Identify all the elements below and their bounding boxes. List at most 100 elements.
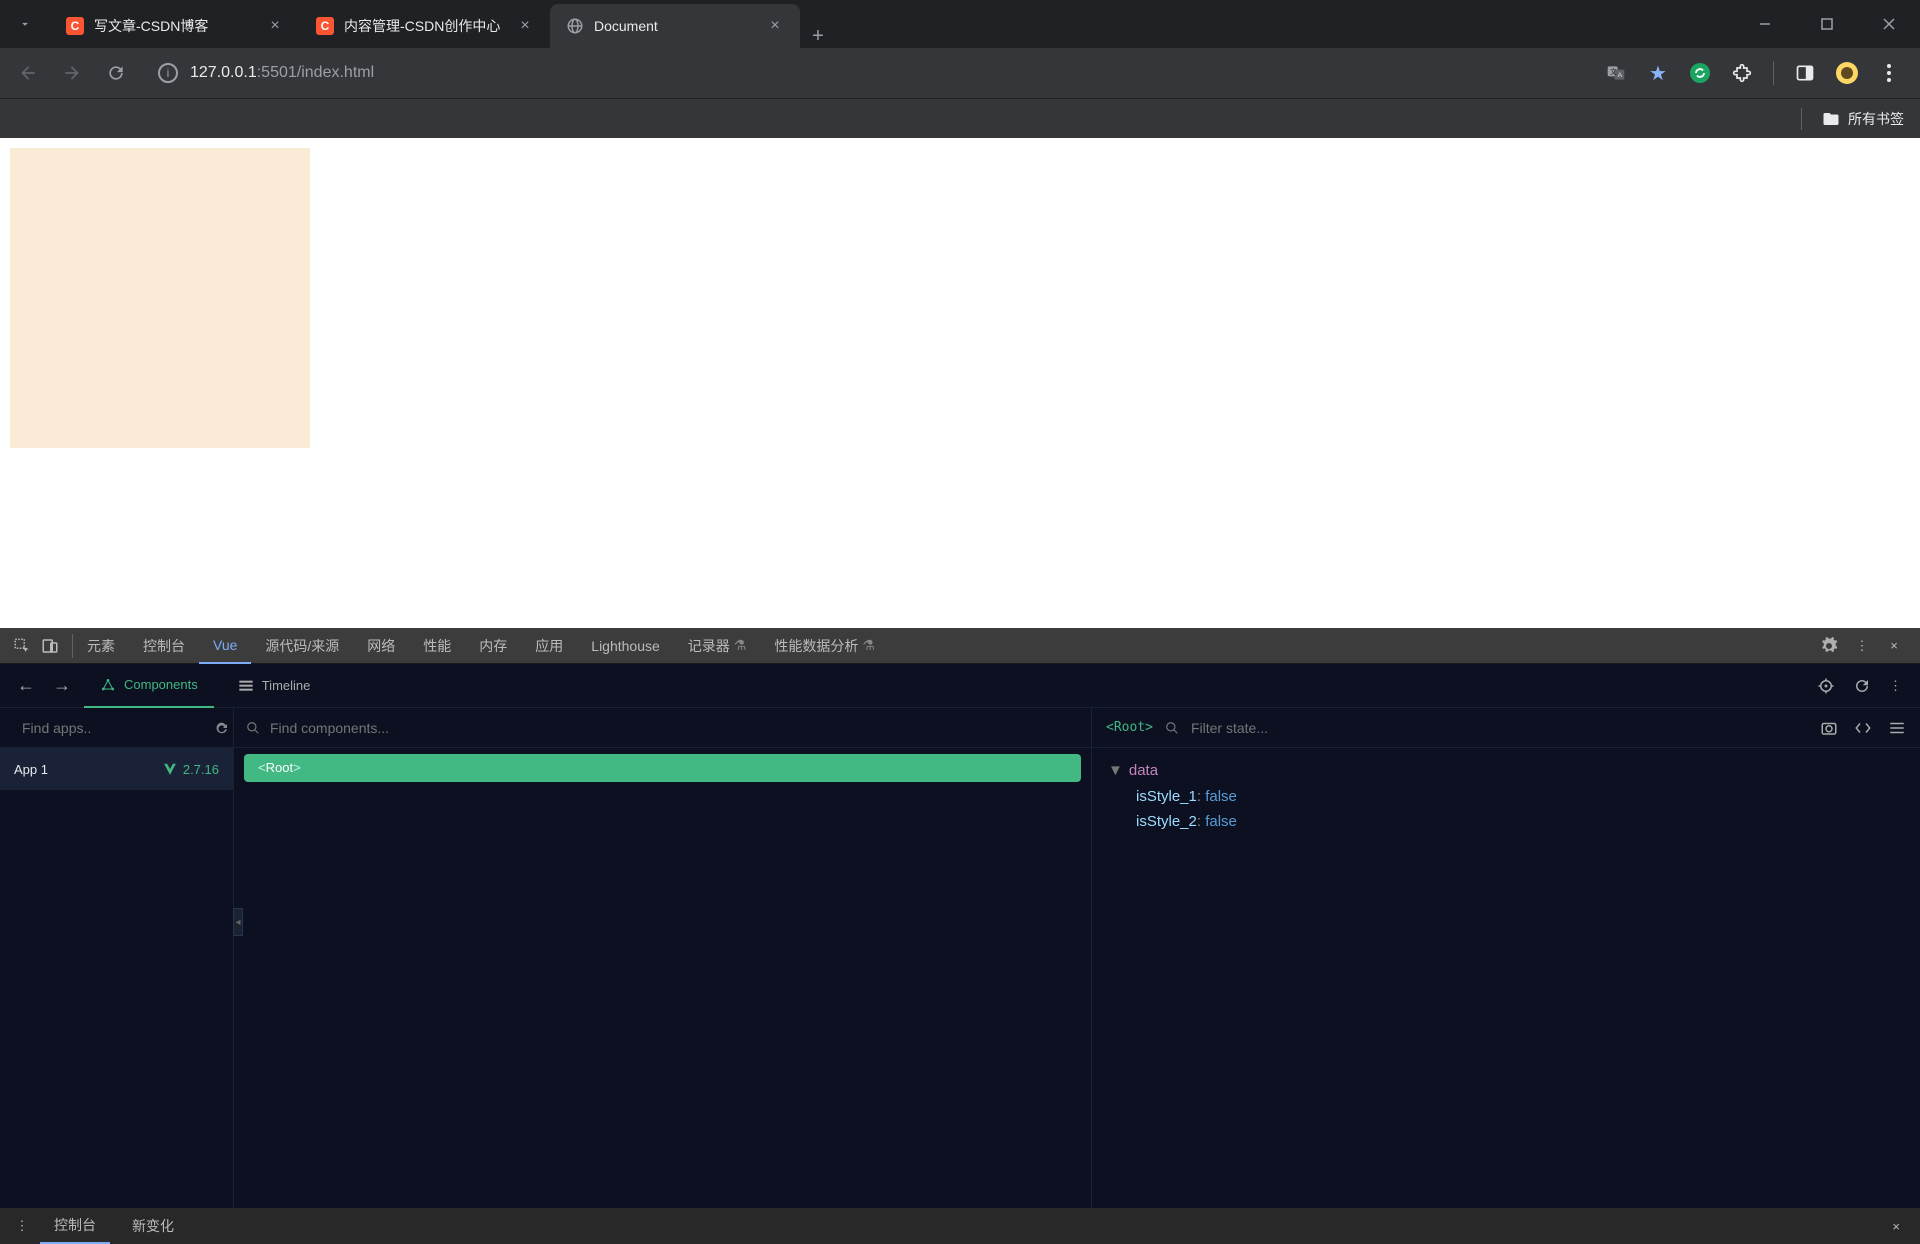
tab-perf-insights[interactable]: 性能数据分析 ⚗ [760, 628, 889, 664]
tab-network[interactable]: 网络 [353, 628, 409, 664]
content-box [10, 148, 310, 448]
component-root[interactable]: <Root> [244, 754, 1081, 782]
back-button[interactable] [10, 55, 46, 91]
devtools-tabs: 元素 控制台 Vue 源代码/来源 网络 性能 内存 应用 Lighthouse… [0, 628, 1920, 664]
data-row[interactable]: isStyle_1: false [1108, 784, 1904, 810]
vue-devtools-panel: ← → Components Timeline ⋮ [0, 664, 1920, 1208]
vue-more-icon[interactable]: ⋮ [1889, 678, 1902, 694]
tab-vue[interactable]: Vue [199, 628, 251, 664]
tab-search-dropdown[interactable] [0, 0, 50, 48]
inspect-element-icon[interactable] [8, 632, 36, 660]
tab-title: 写文章-CSDN博客 [94, 16, 256, 36]
close-icon[interactable]: × [266, 17, 284, 35]
data-section[interactable]: ▼data [1108, 758, 1904, 784]
device-toolbar-icon[interactable] [36, 632, 64, 660]
tab-performance[interactable]: 性能 [409, 628, 465, 664]
tab-recorder[interactable]: 记录器 ⚗ [674, 628, 761, 664]
bookmarks-bar: 所有书签 [0, 98, 1920, 138]
collapse-handle[interactable]: ◂ [233, 908, 243, 936]
vue-forward-button[interactable]: → [48, 675, 76, 696]
target-icon[interactable] [1817, 677, 1835, 695]
maximize-button[interactable] [1796, 0, 1858, 48]
drawer-tab-console[interactable]: 控制台 [40, 1208, 110, 1244]
translate-icon[interactable]: 文A [1605, 62, 1627, 84]
csdn-favicon: C [66, 17, 84, 35]
tab-3[interactable]: Document × [550, 4, 800, 48]
vue-back-button[interactable]: ← [12, 675, 40, 696]
search-icon [1165, 721, 1179, 735]
reload-button[interactable] [98, 55, 134, 91]
vue-tab-timeline[interactable]: Timeline [222, 664, 327, 708]
separator [1801, 108, 1802, 130]
search-icon [246, 721, 260, 735]
tab-application[interactable]: 应用 [521, 628, 577, 664]
url-text: 127.0.0.1:5501/index.html [190, 64, 374, 82]
svg-text:文: 文 [1610, 67, 1617, 76]
menu-icon[interactable] [1888, 719, 1906, 737]
tab-memory[interactable]: 内存 [465, 628, 521, 664]
close-icon[interactable]: × [766, 17, 784, 35]
more-icon[interactable]: ⋮ [1852, 638, 1872, 654]
vue-component-tree: <Root> ◂ [234, 708, 1092, 1208]
vue-tab-label: Timeline [262, 678, 311, 693]
profile-avatar[interactable] [1836, 62, 1858, 84]
state-root-label: <Root> [1106, 720, 1153, 735]
drawer-tab-whatsnew[interactable]: 新变化 [118, 1208, 188, 1244]
vue-logo-icon [163, 762, 177, 776]
extensions-icon[interactable] [1731, 62, 1753, 84]
vue-toolbar: ← → Components Timeline ⋮ [0, 664, 1920, 708]
url-bar[interactable]: i 127.0.0.1:5501/index.html [142, 63, 1597, 83]
drawer-more-icon[interactable]: ⋮ [12, 1218, 32, 1234]
refresh-apps-icon[interactable] [213, 720, 229, 736]
find-components-input[interactable] [270, 720, 1079, 736]
state-body: ▼data isStyle_1: false isStyle_2: false [1092, 748, 1920, 845]
close-window-button[interactable] [1858, 0, 1920, 48]
chrome-menu-icon[interactable] [1878, 62, 1900, 84]
flask-icon: ⚗ [862, 637, 875, 654]
find-apps-input[interactable] [22, 720, 203, 736]
filter-state-input[interactable] [1191, 720, 1808, 736]
forward-button[interactable] [54, 55, 90, 91]
devtools-drawer: ⋮ 控制台 新变化 × [0, 1208, 1920, 1244]
data-row[interactable]: isStyle_2: false [1108, 809, 1904, 835]
csdn-favicon: C [316, 17, 334, 35]
tab-console[interactable]: 控制台 [129, 628, 199, 664]
site-info-icon[interactable]: i [158, 63, 178, 83]
state-header: <Root> [1092, 708, 1920, 748]
devtools-close-icon[interactable]: × [1884, 638, 1904, 653]
flask-icon: ⚗ [734, 637, 747, 654]
open-in-editor-icon[interactable] [1854, 719, 1872, 737]
vue-tab-components[interactable]: Components [84, 664, 214, 708]
components-icon [100, 677, 116, 693]
globe-icon [566, 17, 584, 35]
find-apps-search[interactable] [0, 708, 233, 748]
vue-state-panel: <Root> ▼data isStyle_1: false isStyle_2:… [1092, 708, 1920, 1208]
tab-1[interactable]: C 写文章-CSDN博客 × [50, 4, 300, 48]
bookmark-star-icon[interactable]: ★ [1647, 62, 1669, 84]
vue-tab-label: Components [124, 677, 198, 692]
vue-version: 2.7.16 [163, 762, 219, 777]
new-tab-button[interactable]: + [800, 25, 836, 48]
app-row[interactable]: App 1 2.7.16 [0, 748, 233, 790]
all-bookmarks-button[interactable]: 所有书签 [1822, 109, 1904, 129]
refresh-icon[interactable] [1853, 677, 1871, 695]
drawer-close-icon[interactable]: × [1892, 1219, 1908, 1234]
settings-gear-icon[interactable] [1820, 637, 1840, 655]
minimize-button[interactable] [1734, 0, 1796, 48]
chevron-down-icon: ▼ [1108, 762, 1123, 779]
find-components-search[interactable] [234, 708, 1091, 748]
side-panel-icon[interactable] [1794, 62, 1816, 84]
app-name: App 1 [14, 762, 48, 777]
tab-title: Document [594, 18, 756, 34]
toolbar-icons: 文A ★ [1605, 61, 1910, 85]
vue-apps-column: App 1 2.7.16 [0, 708, 234, 1208]
tab-2[interactable]: C 内容管理-CSDN创作中心 × [300, 4, 550, 48]
extension-sync-icon[interactable] [1689, 62, 1711, 84]
close-icon[interactable]: × [516, 17, 534, 35]
vue-body: App 1 2.7.16 <Root> ◂ [0, 708, 1920, 1208]
tab-lighthouse[interactable]: Lighthouse [577, 628, 674, 664]
screenshot-icon[interactable] [1820, 719, 1838, 737]
tab-sources[interactable]: 源代码/来源 [251, 628, 353, 664]
tab-elements[interactable]: 元素 [73, 628, 129, 664]
all-bookmarks-label: 所有书签 [1848, 109, 1904, 129]
